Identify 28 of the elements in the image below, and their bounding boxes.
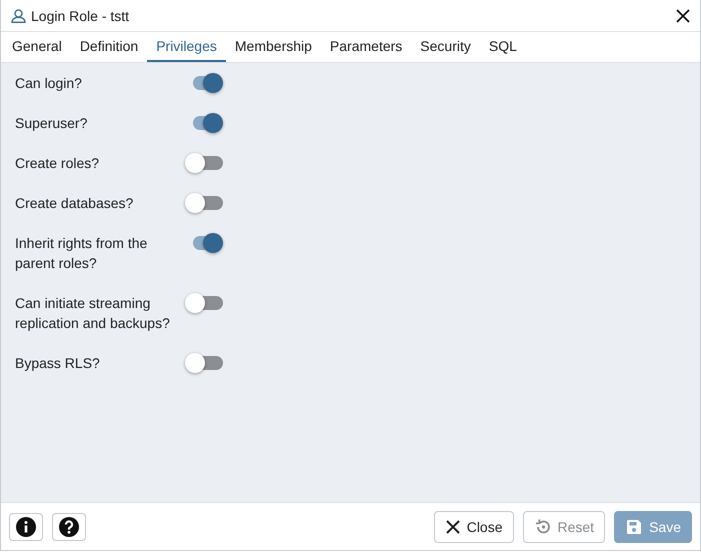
close-icon[interactable] xyxy=(676,8,690,22)
tab[interactable]: Security xyxy=(411,32,480,62)
privilege-label: Create databases? xyxy=(15,194,134,213)
toggle-switch[interactable] xyxy=(185,153,225,173)
close-icon xyxy=(444,518,461,534)
privilege-label: Can login? xyxy=(15,74,83,93)
tab[interactable]: General xyxy=(3,32,71,62)
help-button[interactable] xyxy=(52,512,86,540)
save-icon xyxy=(625,518,644,536)
close-button[interactable]: Close xyxy=(434,510,514,542)
info-button[interactable] xyxy=(9,512,43,540)
help-icon xyxy=(59,516,79,536)
privilege-label: Bypass RLS? xyxy=(15,354,101,373)
privilege-label: Create roles? xyxy=(15,154,100,173)
privilege-label: Can initiate streaming replication and backups? xyxy=(15,294,171,333)
toggle-switch[interactable] xyxy=(185,293,225,313)
user-icon xyxy=(11,8,26,22)
tab[interactable]: Parameters xyxy=(320,32,412,62)
toggle-switch[interactable] xyxy=(185,193,225,213)
toggle-switch[interactable] xyxy=(185,353,225,373)
window-title: Login Role - tstt xyxy=(31,8,130,24)
reset-icon xyxy=(534,518,552,536)
tab[interactable]: Membership xyxy=(226,32,321,62)
tab[interactable]: SQL xyxy=(480,32,526,62)
privilege-label: Inherit rights from the parent roles? xyxy=(15,234,148,273)
info-icon xyxy=(16,516,36,536)
tab[interactable]: Definition xyxy=(70,32,148,62)
privilege-label: Superuser? xyxy=(15,114,88,133)
